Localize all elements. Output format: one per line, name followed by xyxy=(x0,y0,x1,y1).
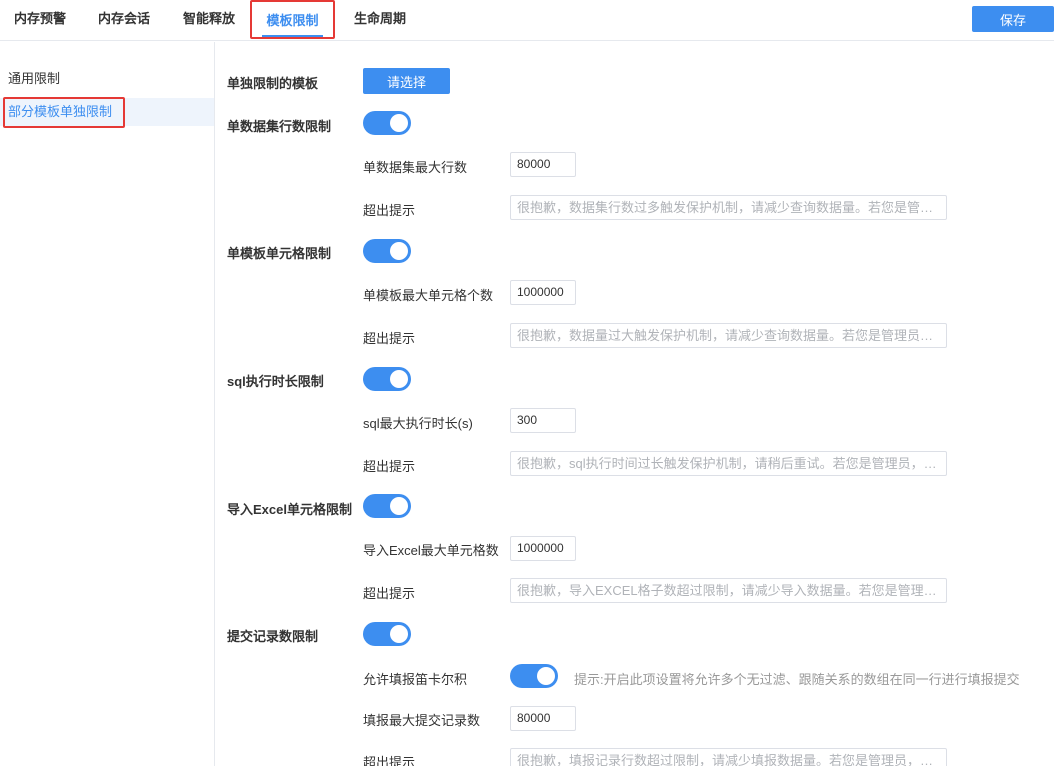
tab-lifecycle[interactable]: 生命周期 xyxy=(354,0,406,37)
sql-max-duration-input[interactable]: 300 xyxy=(510,408,576,433)
active-tab-underline xyxy=(262,35,323,37)
cell-limit-toggle[interactable] xyxy=(363,239,411,263)
toggle-knob xyxy=(390,625,408,643)
submit-max-records-input[interactable]: 80000 xyxy=(510,706,576,731)
excel-max-cells-input[interactable]: 1000000 xyxy=(510,536,576,561)
sql-max-duration-label: sql最大执行时长(s) xyxy=(363,416,473,431)
tab-smart-release[interactable]: 智能释放 xyxy=(183,0,235,37)
sidebar-item-general-limit[interactable]: 通用限制 xyxy=(0,65,214,93)
dataset-max-rows-input[interactable]: 80000 xyxy=(510,152,576,177)
cartesian-hint: 提示:开启此项设置将允许多个无过滤、跟随关系的数组在同一行进行填报提交 xyxy=(574,672,1020,687)
dataset-limit-toggle[interactable] xyxy=(363,111,411,135)
excel-max-cells-label: 导入Excel最大单元格数 xyxy=(363,543,499,558)
cell-tip-label: 超出提示 xyxy=(363,331,416,346)
toggle-knob xyxy=(390,114,408,132)
cell-limit-label: 单模板单元格限制 xyxy=(227,246,332,261)
excel-limit-toggle[interactable] xyxy=(363,494,411,518)
excel-tip-input[interactable]: 很抱歉，导入EXCEL格子数超过限制，请减少导入数据量。若您是管理… xyxy=(510,578,947,603)
sql-limit-label: sql执行时长限制 xyxy=(227,374,324,389)
excel-limit-label: 导入Excel单元格限制 xyxy=(227,502,352,517)
select-template-button[interactable]: 请选择 xyxy=(363,68,450,94)
tab-memory-session[interactable]: 内存会话 xyxy=(98,0,150,37)
sql-tip-input[interactable]: 很抱歉，sql执行时间过长触发保护机制，请稍后重试。若您是管理员，… xyxy=(510,451,947,476)
excel-tip-label: 超出提示 xyxy=(363,586,416,601)
dataset-limit-label: 单数据集行数限制 xyxy=(227,119,332,134)
submit-limit-toggle[interactable] xyxy=(363,622,411,646)
tab-template-limit[interactable]: 模板限制 xyxy=(250,0,335,39)
submit-tip-label: 超出提示 xyxy=(363,755,416,766)
save-button[interactable]: 保存 xyxy=(972,6,1054,32)
main-content: 单独限制的模板 请选择 单数据集行数限制 单数据集最大行数 80000 超出提示… xyxy=(216,42,1054,766)
top-tab-bar: 内存预警 内存会话 智能释放 模板限制 生命周期 保存 xyxy=(0,0,1054,41)
dataset-max-rows-label: 单数据集最大行数 xyxy=(363,160,468,175)
toggle-knob xyxy=(390,497,408,515)
cell-max-count-label: 单模板最大单元格个数 xyxy=(363,288,494,303)
toggle-knob xyxy=(390,242,408,260)
toggle-knob xyxy=(537,667,555,685)
tab-memory-warning[interactable]: 内存预警 xyxy=(14,0,66,37)
sidebar-item-template-specific-limit[interactable]: 部分模板单独限制 xyxy=(0,98,214,126)
cartesian-toggle[interactable] xyxy=(510,664,558,688)
submit-max-records-label: 填报最大提交记录数 xyxy=(363,713,481,728)
tab-template-limit-label: 模板限制 xyxy=(266,13,319,28)
dataset-tip-input[interactable]: 很抱歉，数据集行数过多触发保护机制，请减少查询数据量。若您是管… xyxy=(510,195,947,220)
cartesian-label: 允许填报笛卡尔积 xyxy=(363,672,468,687)
sidebar: 通用限制 部分模板单独限制 xyxy=(0,42,215,766)
cell-tip-input[interactable]: 很抱歉，数据量过大触发保护机制，请减少查询数据量。若您是管理员… xyxy=(510,323,947,348)
sql-limit-toggle[interactable] xyxy=(363,367,411,391)
template-select-label: 单独限制的模板 xyxy=(227,76,319,91)
submit-tip-input[interactable]: 很抱歉，填报记录行数超过限制，请减少填报数据量。若您是管理员，… xyxy=(510,748,947,766)
sql-tip-label: 超出提示 xyxy=(363,459,416,474)
submit-limit-label: 提交记录数限制 xyxy=(227,629,319,644)
dataset-tip-label: 超出提示 xyxy=(363,203,416,218)
toggle-knob xyxy=(390,370,408,388)
cell-max-count-input[interactable]: 1000000 xyxy=(510,280,576,305)
